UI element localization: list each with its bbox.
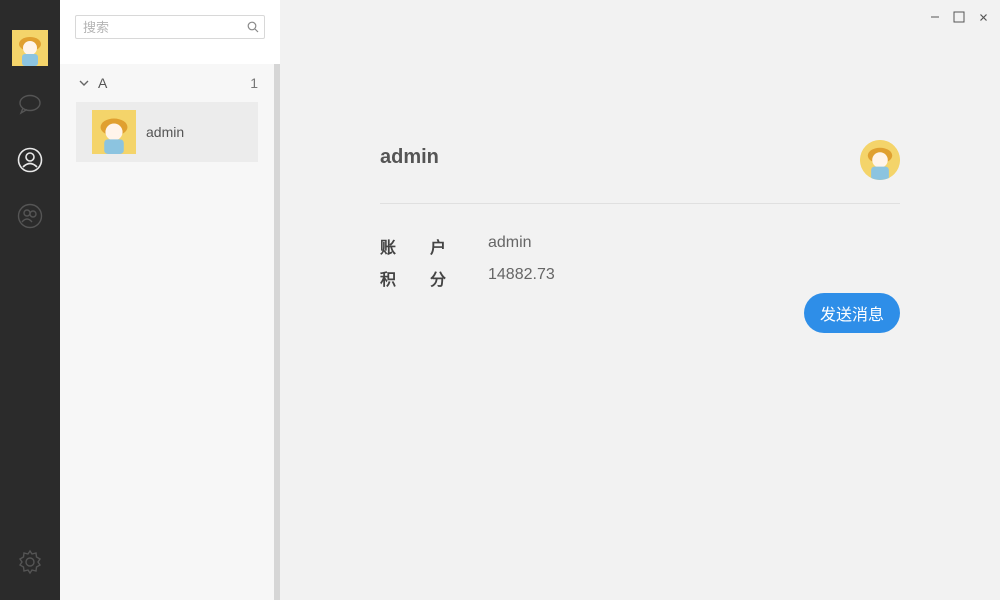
account-label-part: 账 bbox=[380, 240, 397, 257]
search-icon[interactable] bbox=[247, 21, 259, 33]
contact-group-header[interactable]: A 1 bbox=[60, 64, 274, 102]
points-row: 积 分 14882.73 bbox=[380, 266, 555, 290]
points-label: 积 分 bbox=[380, 266, 446, 290]
contact-name: admin bbox=[146, 124, 185, 140]
group-name: A bbox=[98, 75, 108, 91]
contact-list: A 1 admin bbox=[60, 64, 274, 600]
search-box bbox=[75, 15, 265, 39]
account-label-part: 户 bbox=[429, 240, 446, 257]
list-scrollbar[interactable] bbox=[274, 64, 280, 600]
chevron-down-icon bbox=[79, 80, 89, 86]
group-icon bbox=[17, 203, 43, 229]
search-input[interactable] bbox=[76, 16, 236, 38]
points-label-part: 积 bbox=[380, 272, 397, 289]
close-button[interactable] bbox=[975, 9, 991, 25]
gear-icon bbox=[19, 549, 41, 575]
maximize-button[interactable] bbox=[951, 9, 967, 25]
group-count: 1 bbox=[250, 75, 258, 91]
minimize-icon bbox=[931, 16, 939, 18]
contact-list-panel: A 1 admin bbox=[60, 0, 280, 600]
chat-bubble-icon bbox=[19, 94, 41, 115]
send-message-button[interactable]: 发送消息 bbox=[804, 293, 900, 333]
detail-name: admin bbox=[380, 146, 439, 168]
my-avatar[interactable] bbox=[12, 30, 48, 66]
chat-nav-button[interactable] bbox=[15, 89, 45, 119]
minimize-button[interactable] bbox=[927, 9, 943, 25]
points-value: 14882.73 bbox=[488, 266, 555, 283]
account-value: admin bbox=[488, 234, 532, 251]
user-icon bbox=[17, 147, 43, 173]
contact-item[interactable]: admin bbox=[76, 102, 258, 162]
groups-nav-button[interactable] bbox=[15, 201, 45, 231]
nav-rail bbox=[0, 0, 60, 600]
contacts-nav-button[interactable] bbox=[15, 145, 45, 175]
divider bbox=[380, 203, 900, 204]
settings-button[interactable] bbox=[15, 547, 45, 577]
account-row: 账 户 admin bbox=[380, 234, 532, 258]
maximize-icon bbox=[953, 11, 965, 23]
account-label: 账 户 bbox=[380, 234, 446, 258]
contact-avatar bbox=[92, 110, 136, 154]
detail-avatar[interactable] bbox=[860, 140, 900, 180]
points-label-part: 分 bbox=[429, 272, 446, 289]
close-icon bbox=[979, 13, 987, 21]
